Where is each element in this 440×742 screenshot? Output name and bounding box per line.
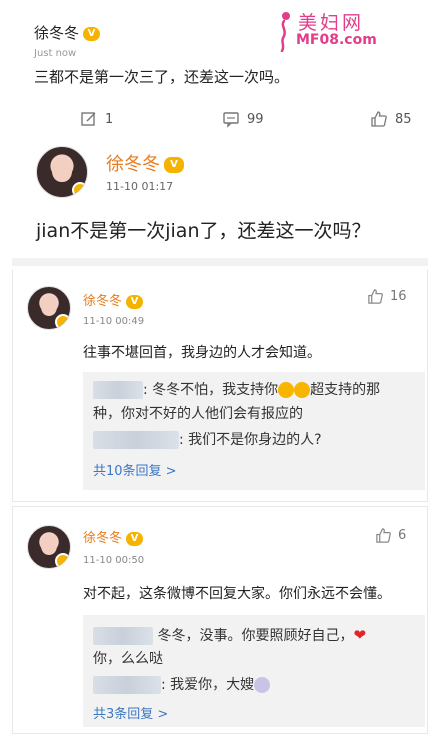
repost-count: 1 [105, 111, 114, 127]
comment-count: 99 [247, 111, 264, 127]
avatar[interactable] [27, 525, 71, 569]
site-watermark: 美妇网 MF08.com [272, 8, 387, 54]
verified-badge-icon [55, 553, 70, 568]
comment-like-button[interactable]: 6 [375, 527, 406, 544]
thumbs-up-icon [376, 528, 391, 543]
thumbs-up-icon [371, 111, 387, 127]
post-action-bar: 1 99 85 [0, 104, 440, 134]
comment-like-button[interactable]: 16 [367, 288, 407, 305]
reply-item: : 冬冬不怕，我支持你 超支持的那 [93, 378, 423, 402]
reply-text: : 我爱你，大嫂 [161, 677, 255, 693]
emoji-icon [294, 382, 311, 398]
reply-item: : 我爱你，大嫂 [93, 673, 423, 697]
like-count: 85 [395, 111, 412, 127]
reply-item: 种，你对不好的人他们会有报应的 [93, 402, 423, 426]
blurred-username [93, 381, 143, 399]
comment-like-count: 16 [390, 289, 407, 304]
blurred-username [93, 676, 161, 694]
emoji-icon [254, 677, 271, 693]
reply-text: : 冬冬不怕，我支持你 [143, 382, 279, 398]
edit-icon [81, 112, 96, 126]
comment-author-name: 徐冬冬 [83, 531, 123, 546]
quote-time: 11-10 01:17 [106, 180, 174, 193]
woman-silhouette-icon [280, 12, 290, 52]
post-time: Just now [34, 48, 77, 59]
vip-badge-icon: V [126, 294, 144, 309]
comment-button[interactable]: 99 [222, 104, 264, 134]
comment-author[interactable]: 徐冬冬 V [83, 290, 144, 309]
vip-badge-icon: V [126, 531, 144, 546]
reply-text: 种，你对不好的人他们会有报应的 [93, 406, 303, 422]
reply-text: 你，么么哒 [93, 651, 163, 667]
comment-card: 徐冬冬 V 11-10 00:50 6 对不起，这条微博不回复大家。你们永远不会懂… [12, 506, 428, 734]
reply-item: 你，么么哒 [93, 647, 423, 671]
more-replies-link[interactable]: 共3条回复 > [93, 703, 168, 722]
quote-author[interactable]: 徐冬冬 V [106, 150, 184, 176]
post-author[interactable]: 徐冬冬 V [34, 22, 101, 43]
vip-badge-icon: V [164, 157, 184, 173]
post-text: 三都不是第一次三了，还差这一次吗。 [34, 68, 290, 86]
more-replies-link[interactable]: 共10条回复 > [93, 460, 177, 479]
comment-icon [223, 112, 239, 128]
verified-badge-icon [55, 314, 70, 329]
reply-item: : 我们不是你身边的人? [93, 428, 423, 452]
heart-icon: ❤ [353, 626, 367, 644]
comment-author[interactable]: 徐冬冬 V [83, 527, 144, 546]
blurred-username [93, 627, 153, 645]
watermark-title: 美妇网 [298, 12, 365, 34]
reply-box: : 冬冬不怕，我支持你 超支持的那 种，你对不好的人他们会有报应的 : 我们不是你… [83, 372, 425, 490]
thumbs-up-icon [368, 289, 383, 304]
comment-like-count: 6 [398, 528, 407, 543]
repost-button[interactable]: 1 [80, 104, 113, 134]
comment-text: 对不起，这条微博不回复大家。你们永远不会懂。 [83, 586, 391, 602]
reply-item: 冬冬，没事。你要照顾好自己，❤ [93, 623, 423, 648]
verified-badge-icon [72, 182, 87, 197]
comment-author-name: 徐冬冬 [83, 294, 123, 309]
reply-text: 冬冬，没事。你要照顾好自己， [157, 628, 354, 644]
divider [12, 258, 428, 266]
comment-time: 11-10 00:50 [83, 555, 145, 566]
reply-box: 冬冬，没事。你要照顾好自己，❤ 你，么么哒 : 我爱你，大嫂 共3条回复 > [83, 615, 425, 727]
comment-text: 往事不堪回首，我身边的人才会知道。 [83, 345, 321, 361]
quote-author-name: 徐冬冬 [106, 154, 160, 175]
reply-text: : 我们不是你身边的人? [179, 432, 322, 448]
comment-time: 11-10 00:49 [83, 316, 145, 327]
avatar[interactable] [36, 146, 88, 198]
blurred-username [93, 431, 179, 449]
quote-text: jian不是第一次jian了，还差这一次吗？ [36, 220, 371, 242]
watermark-subtitle: MF08.com [296, 32, 377, 48]
post-author-name: 徐冬冬 [34, 24, 80, 42]
reply-text: 超支持的那 [310, 382, 381, 398]
like-button[interactable]: 85 [370, 104, 412, 134]
vip-badge-icon: V [83, 26, 101, 41]
comment-card: 徐冬冬 V 11-10 00:49 16 往事不堪回首，我身边的人才会知道。 : … [12, 270, 428, 502]
avatar[interactable] [27, 286, 71, 330]
emoji-icon [278, 382, 295, 398]
